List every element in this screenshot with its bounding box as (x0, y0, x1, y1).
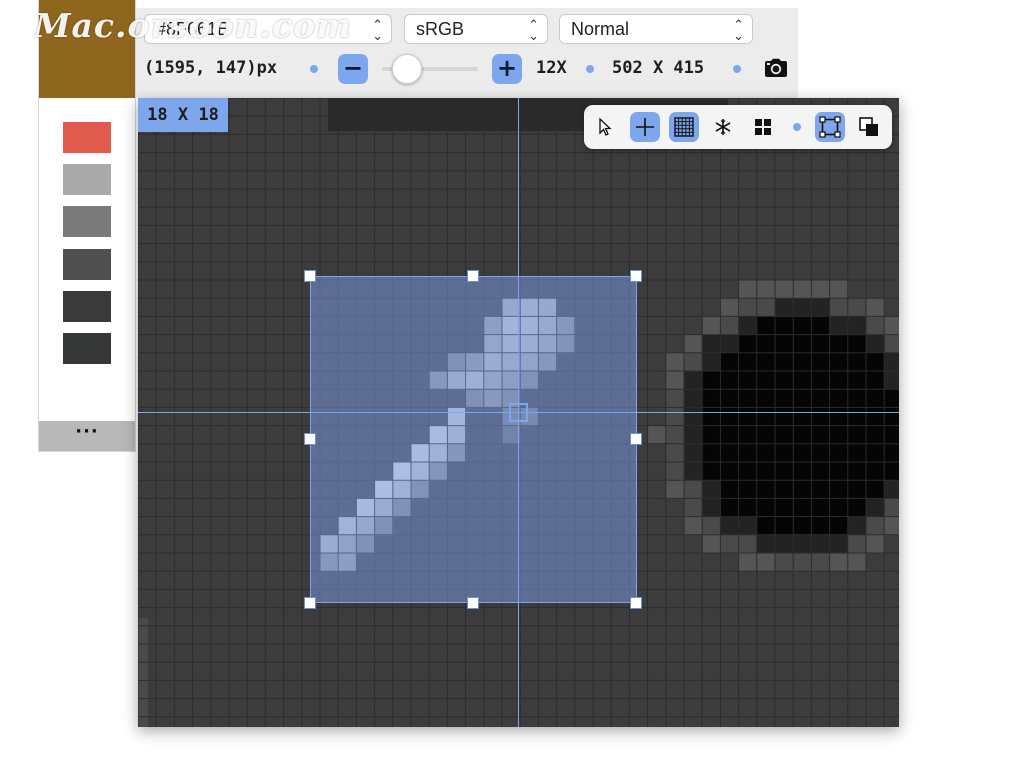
resize-handle-top[interactable] (467, 270, 479, 282)
color-space-text: sRGB (416, 19, 465, 39)
separator-dot (793, 123, 801, 131)
color-swatch[interactable] (63, 164, 111, 195)
zoom-level: 12X (536, 58, 567, 78)
color-swatch[interactable] (63, 291, 111, 322)
camera-icon[interactable] (764, 58, 788, 83)
freeze-tool[interactable] (708, 112, 738, 142)
blend-mode-text: Normal (571, 19, 630, 39)
capture-dimensions: 502 X 415 (612, 58, 705, 78)
color-swatch[interactable] (63, 122, 111, 153)
color-swatch[interactable] (63, 333, 111, 364)
zoom-in-button[interactable]: + (492, 54, 522, 84)
chevron-updown-icon: ⌃ ⌄ (528, 17, 539, 43)
separator-dot (310, 65, 318, 73)
sample-size-badge: 18 X 18 (138, 98, 228, 132)
color-space-select[interactable]: sRGB ⌃ ⌄ (404, 14, 548, 44)
resize-handle-bottom-right[interactable] (630, 597, 642, 609)
crosshair-icon (636, 118, 654, 136)
chevron-updown-icon: ⌃ ⌄ (733, 17, 744, 43)
overlap-squares-icon (859, 117, 878, 136)
swatch-panel: ··· (38, 0, 136, 452)
selection-frame-tool[interactable] (815, 112, 845, 142)
snowflake-icon (715, 119, 731, 135)
resize-handle-bottom[interactable] (467, 597, 479, 609)
overlay-tool[interactable] (854, 112, 884, 142)
blend-mode-select[interactable]: Normal ⌃ ⌄ (559, 14, 753, 44)
grid-tool[interactable] (669, 112, 699, 142)
selection-frame-icon (819, 116, 841, 138)
tool-palette (584, 105, 892, 149)
chevron-updown-icon: ⌃ ⌄ (372, 17, 383, 43)
resize-handle-bottom-left[interactable] (304, 597, 316, 609)
grid-icon (674, 117, 694, 137)
color-swatch[interactable] (63, 249, 111, 280)
separator-dot (733, 65, 741, 73)
resize-handle-left[interactable] (304, 433, 316, 445)
zoom-slider-thumb[interactable] (392, 54, 422, 84)
separator-dot (586, 65, 594, 73)
magnifier-canvas[interactable]: 18 X 18 (138, 98, 899, 727)
crosshair-tool[interactable] (630, 112, 660, 142)
quad-squares-icon (755, 119, 771, 135)
selection-rectangle[interactable] (310, 276, 637, 603)
color-swatch[interactable] (63, 206, 111, 237)
quad-view-tool[interactable] (748, 112, 778, 142)
watermark-text: Mac.orsoon.com (34, 6, 352, 45)
resize-handle-top-right[interactable] (630, 270, 642, 282)
pointer-icon (599, 117, 612, 136)
cursor-coordinates: (1595, 147)px (144, 58, 278, 78)
more-swatches-button[interactable]: ··· (39, 421, 135, 451)
resize-handle-top-left[interactable] (304, 270, 316, 282)
center-pixel-marker (509, 403, 528, 422)
resize-handle-right[interactable] (630, 433, 642, 445)
zoom-out-button[interactable]: − (338, 54, 368, 84)
pointer-tool[interactable] (590, 112, 620, 142)
